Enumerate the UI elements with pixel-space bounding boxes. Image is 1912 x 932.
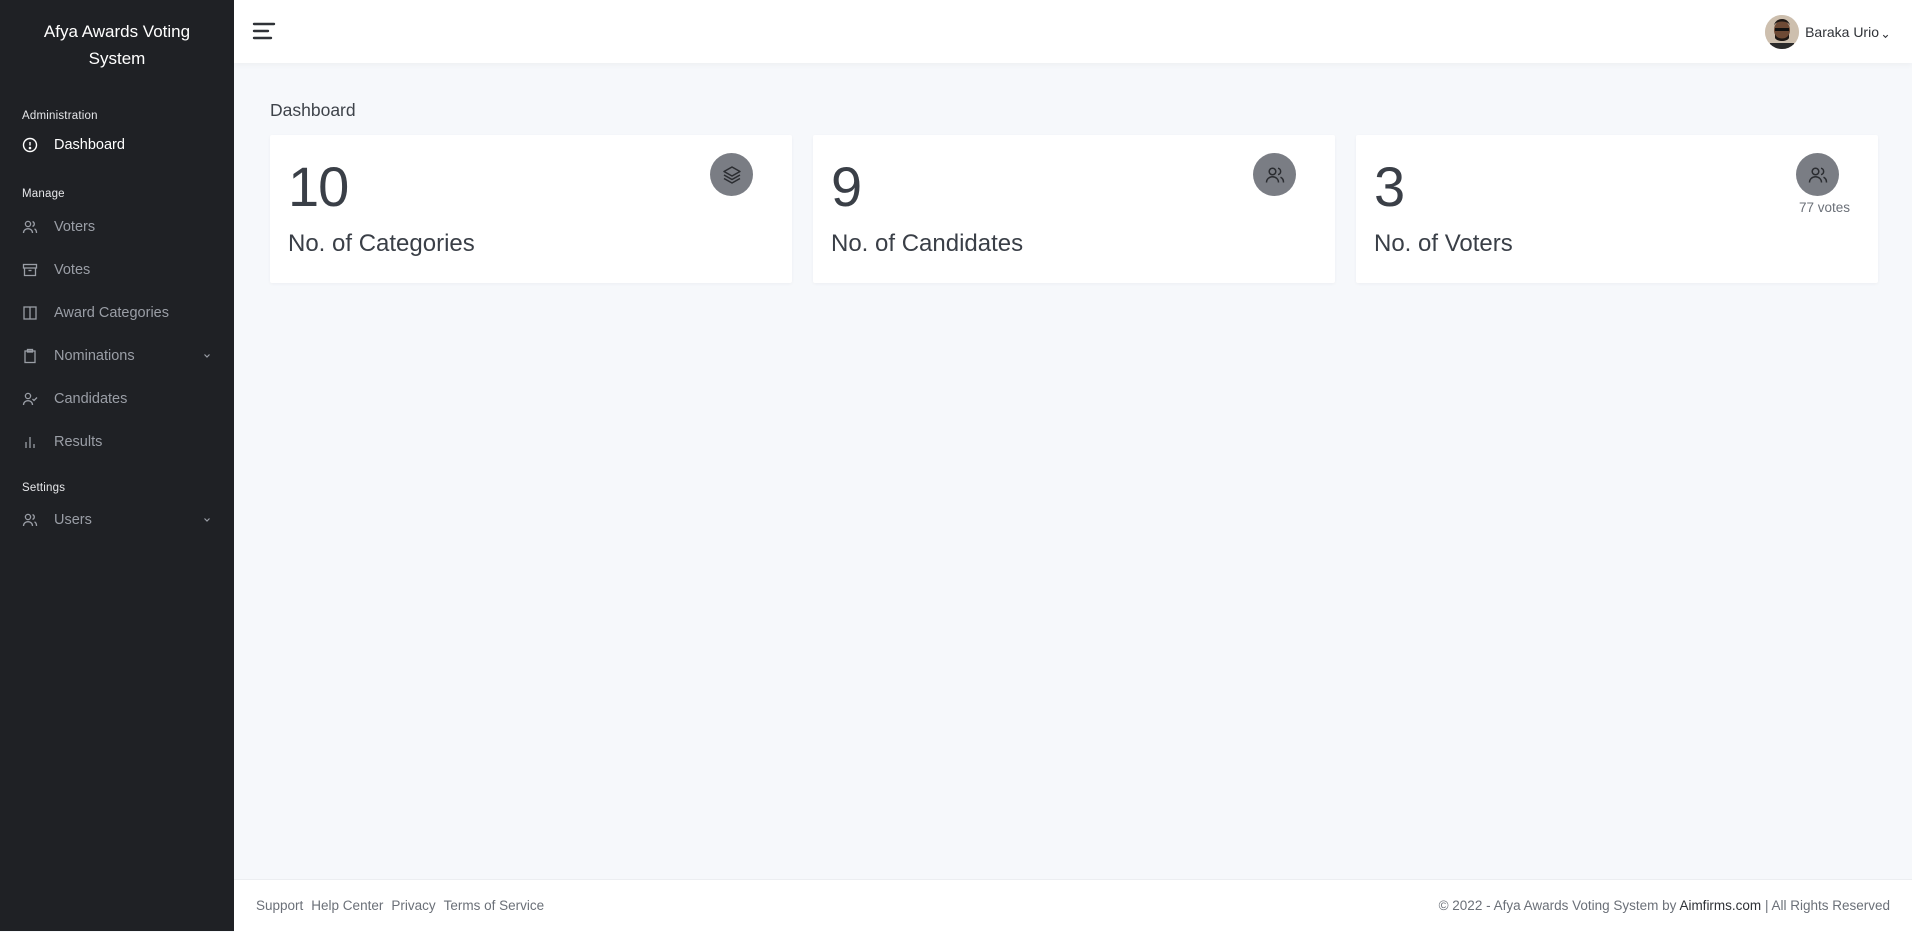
footer-link-terms[interactable]: Terms of Service bbox=[444, 898, 545, 913]
copyright-suffix: | All Rights Reserved bbox=[1761, 898, 1890, 913]
avatar bbox=[1765, 15, 1800, 49]
footer-brand-link[interactable]: Aimfirms.com bbox=[1679, 898, 1761, 913]
footer-link-privacy[interactable]: Privacy bbox=[391, 898, 435, 913]
sidebar-item-votes[interactable]: Votes bbox=[0, 248, 234, 291]
votes-count: 77 votes bbox=[1798, 200, 1850, 215]
info-circle-icon bbox=[22, 137, 38, 153]
sidebar: Afya Awards Voting System Administration… bbox=[0, 0, 234, 931]
sidebar-item-label: Voters bbox=[54, 218, 96, 235]
sidebar-item-label: Candidates bbox=[54, 390, 128, 407]
archive-icon bbox=[22, 262, 38, 278]
chevron-down-icon bbox=[1881, 28, 1890, 38]
stat-card-voters: 3 No. of Voters 77 votes bbox=[1356, 135, 1878, 283]
menu-heading-settings: Settings bbox=[22, 482, 66, 494]
footer-link-help-center[interactable]: Help Center bbox=[311, 898, 383, 913]
users-icon bbox=[1253, 153, 1296, 196]
bar-chart-icon bbox=[22, 434, 38, 450]
stat-card-candidates: 9 No. of Candidates bbox=[813, 135, 1335, 283]
sidebar-item-voters[interactable]: Voters bbox=[0, 205, 234, 248]
sidebar-item-results[interactable]: Results bbox=[0, 420, 234, 463]
user-name: Baraka Urio bbox=[1805, 24, 1879, 40]
copyright-prefix: © 2022 - Afya Awards Voting System by bbox=[1438, 898, 1680, 913]
chevron-down-icon bbox=[202, 349, 212, 359]
sidebar-item-nominations[interactable]: Nominations bbox=[0, 334, 234, 377]
stat-value: 9 bbox=[831, 155, 862, 218]
layers-icon bbox=[710, 153, 753, 196]
user-menu[interactable]: Baraka Urio bbox=[1765, 14, 1890, 50]
stat-label: No. of Categories bbox=[288, 230, 475, 257]
clipboard-icon bbox=[22, 348, 38, 364]
sidebar-item-users[interactable]: Users bbox=[0, 498, 234, 541]
stat-label: No. of Voters bbox=[1374, 230, 1513, 257]
users-icon bbox=[22, 219, 38, 235]
sidebar-item-label: Users bbox=[54, 511, 92, 528]
stat-card-categories: 10 No. of Categories bbox=[270, 135, 792, 283]
sidebar-item-candidates[interactable]: Candidates bbox=[0, 377, 234, 420]
footer-copyright: © 2022 - Afya Awards Voting System by Ai… bbox=[1439, 898, 1890, 913]
top-header: Baraka Urio bbox=[234, 0, 1912, 63]
sidebar-item-label: Results bbox=[54, 433, 103, 450]
footer: Support Help Center Privacy Terms of Ser… bbox=[234, 879, 1912, 932]
sidebar-item-dashboard[interactable]: Dashboard bbox=[0, 123, 234, 166]
sidebar-item-label: Votes bbox=[54, 261, 91, 278]
chevron-down-icon bbox=[202, 513, 212, 523]
stat-value: 3 bbox=[1374, 155, 1405, 218]
sidebar-item-label: Nominations bbox=[54, 347, 135, 364]
users-icon bbox=[22, 512, 38, 528]
menu-heading-administration: Administration bbox=[22, 110, 98, 122]
stat-value: 10 bbox=[288, 155, 349, 218]
sidebar-item-award-categories[interactable]: Award Categories bbox=[0, 291, 234, 334]
users-icon bbox=[1796, 153, 1839, 196]
sidebar-item-label: Dashboard bbox=[54, 136, 125, 153]
stat-label: No. of Candidates bbox=[831, 230, 1024, 257]
user-check-icon bbox=[22, 391, 38, 407]
book-icon bbox=[22, 305, 38, 321]
menu-toggle-icon[interactable] bbox=[252, 21, 276, 41]
menu-heading-manage: Manage bbox=[22, 188, 65, 200]
page-title: Dashboard bbox=[270, 100, 356, 120]
footer-link-support[interactable]: Support bbox=[256, 898, 303, 913]
app-brand: Afya Awards Voting System bbox=[43, 22, 191, 68]
sidebar-item-label: Award Categories bbox=[54, 304, 169, 321]
